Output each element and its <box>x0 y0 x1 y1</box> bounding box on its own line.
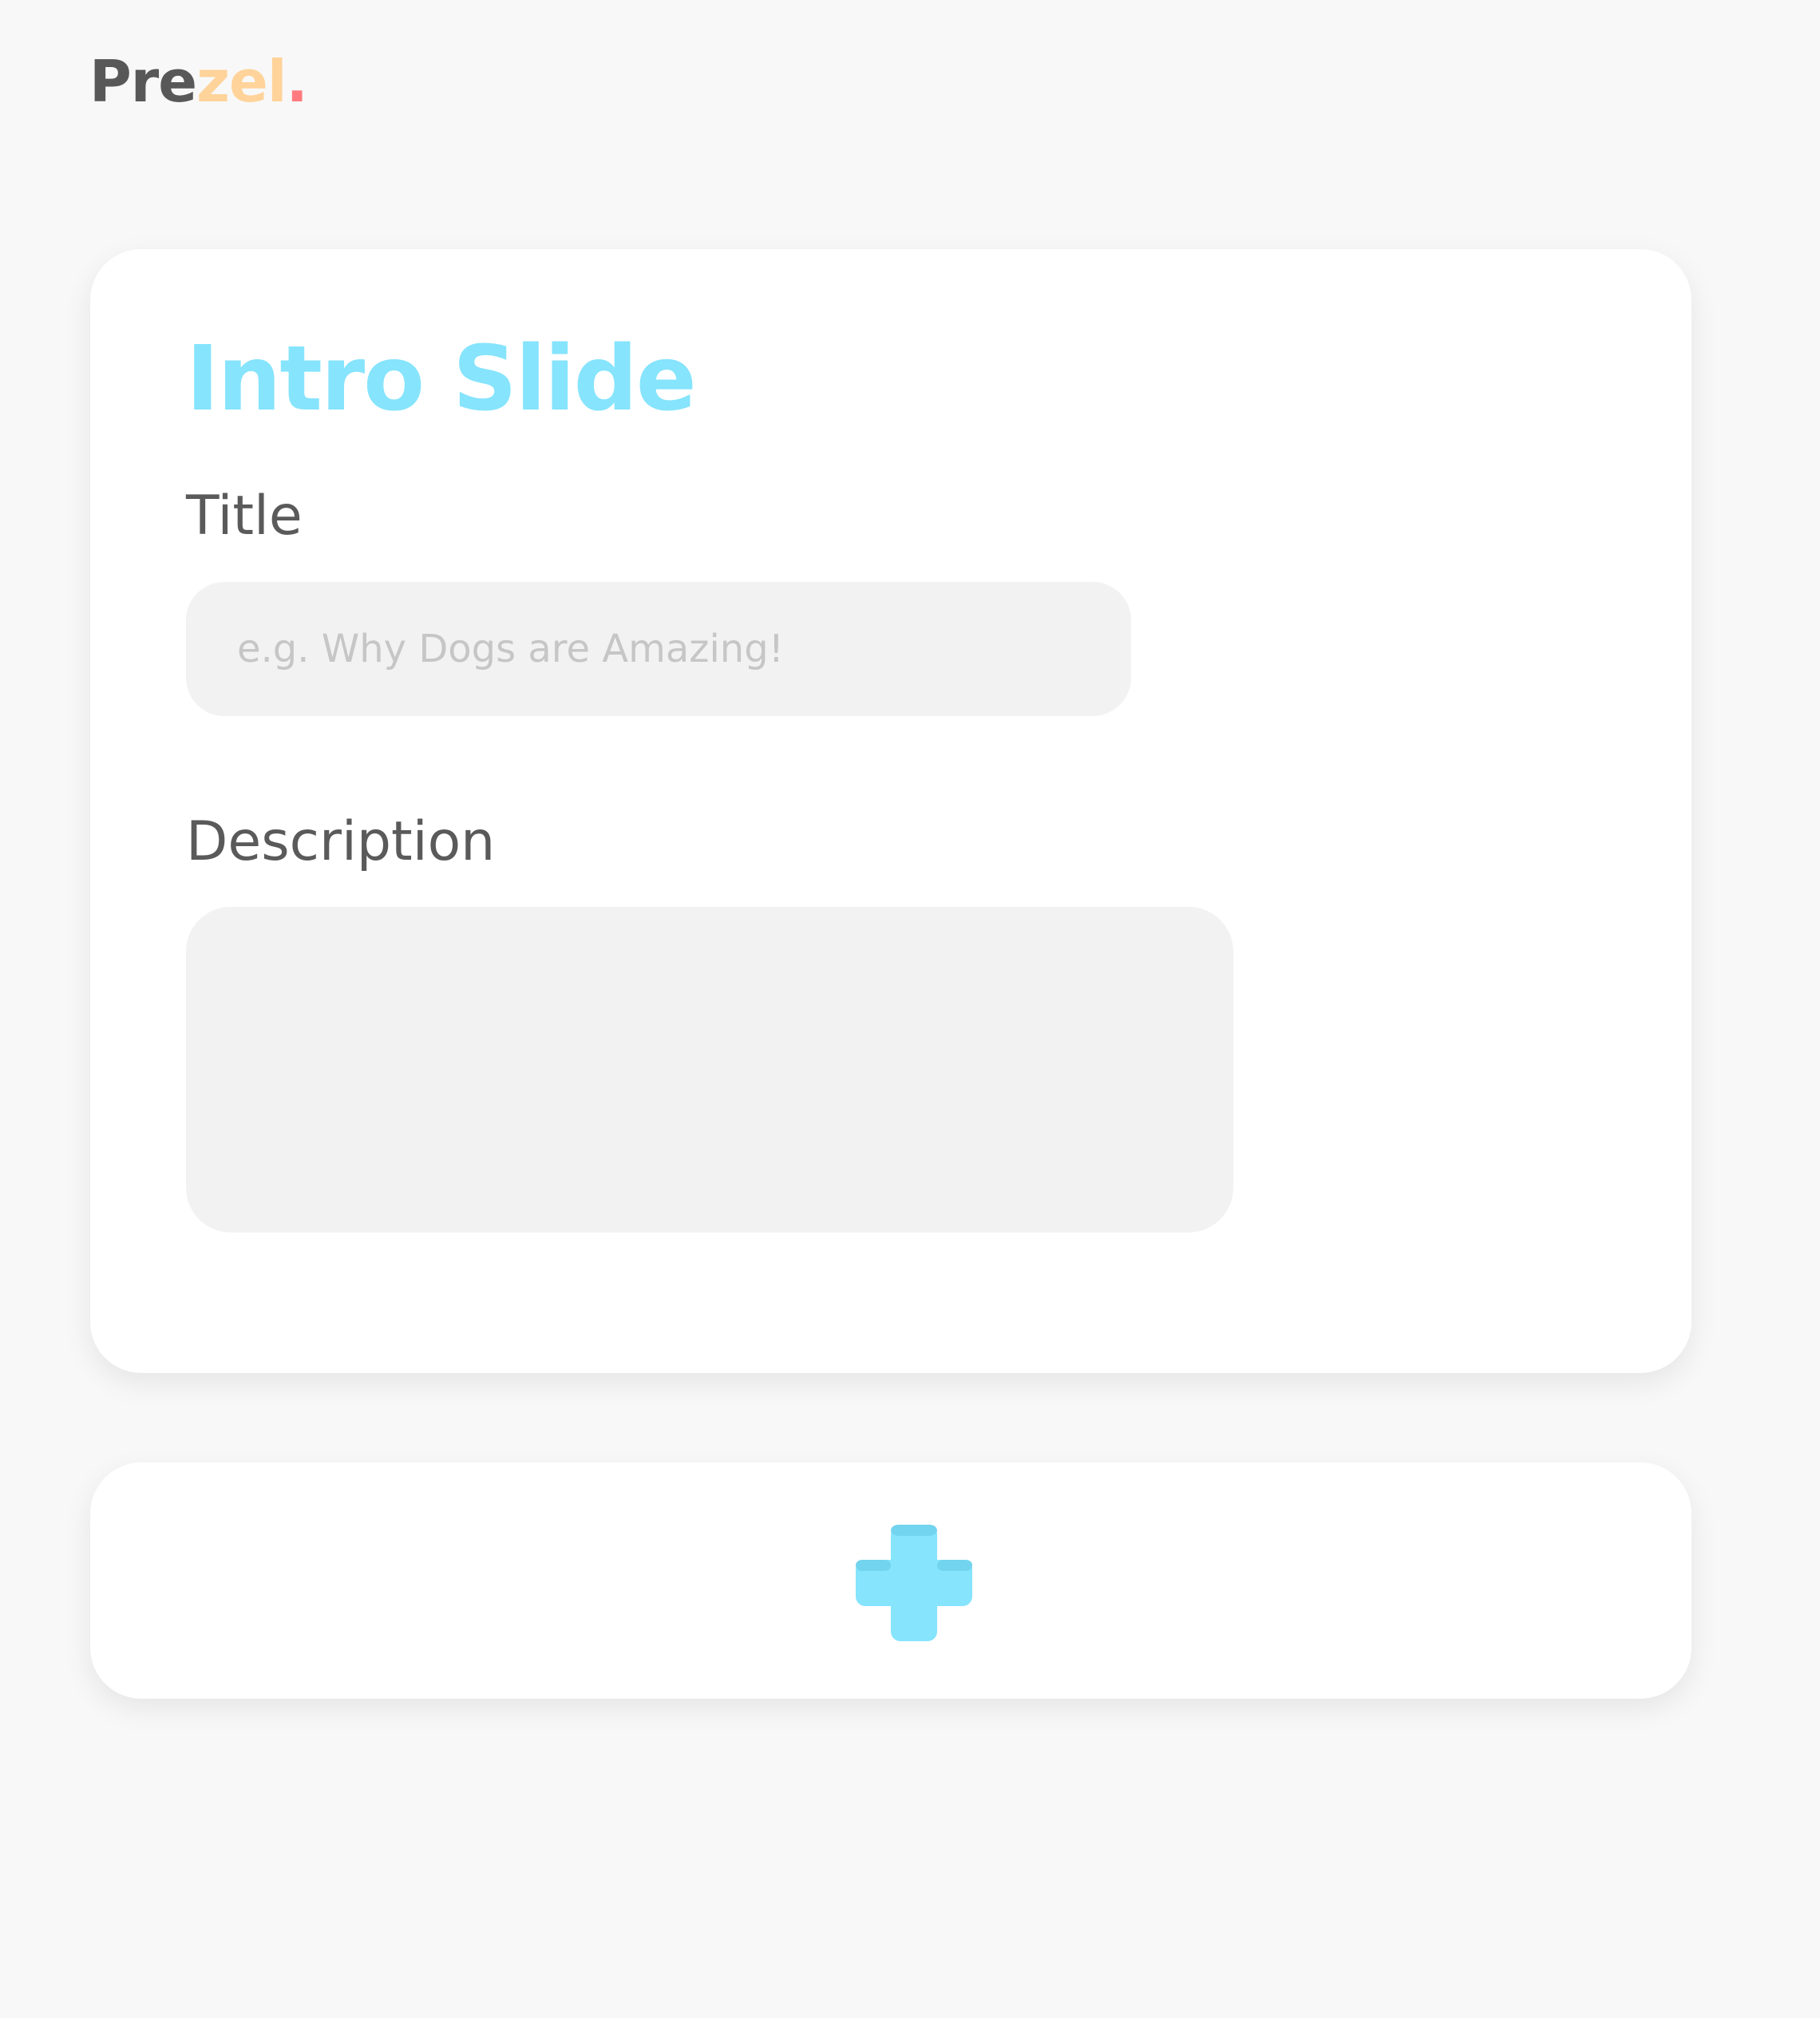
add-slide-button[interactable] <box>90 1462 1691 1699</box>
plus-icon <box>856 1525 972 1641</box>
logo-part-zel: zel <box>196 48 287 115</box>
description-textarea[interactable] <box>186 907 1233 1233</box>
intro-slide-card: Intro Slide Title Description <box>90 249 1691 1373</box>
slide-heading: Intro Slide <box>186 327 697 431</box>
logo-dot: . <box>286 48 308 115</box>
logo-part-pre: Pre <box>89 48 197 115</box>
add-slide-card <box>90 1462 1691 1699</box>
description-label: Description <box>186 810 496 873</box>
title-label: Title <box>186 485 303 548</box>
title-input[interactable] <box>186 582 1131 716</box>
app-logo: Prezel. <box>89 42 308 121</box>
